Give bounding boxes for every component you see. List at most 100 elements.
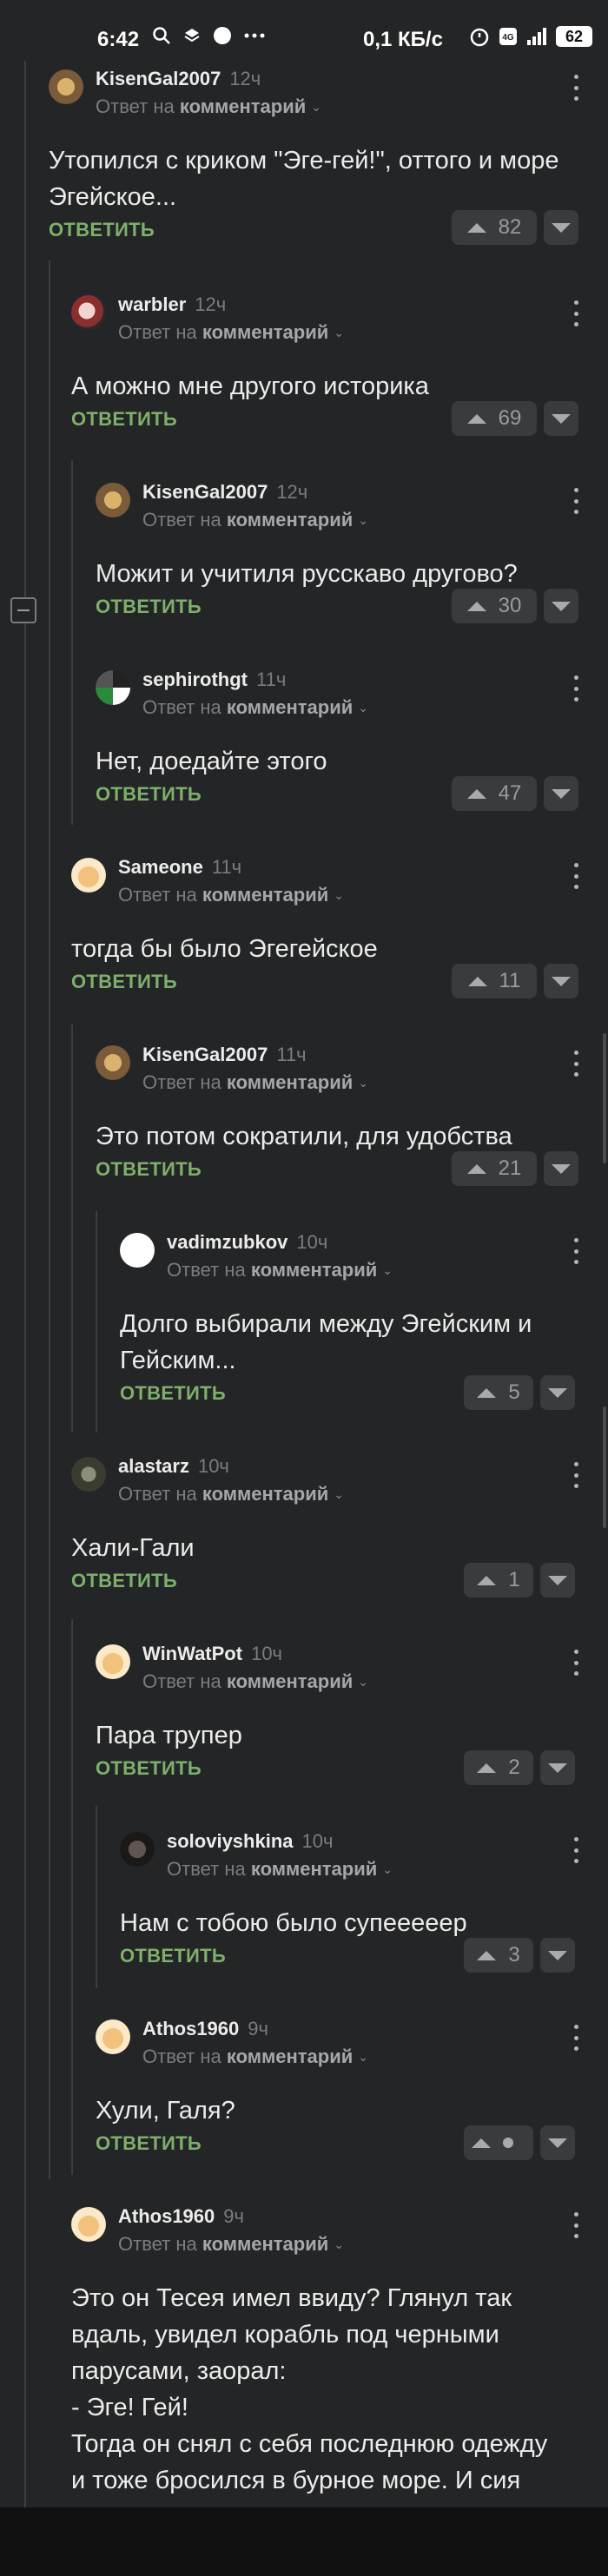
more-options-icon[interactable] bbox=[572, 675, 579, 702]
downvote-button[interactable] bbox=[544, 776, 578, 811]
thread-line-kisen-3[interactable] bbox=[96, 1211, 97, 1433]
username[interactable]: Sameone 11ч bbox=[118, 856, 241, 879]
username[interactable]: vadimzubkov 10ч bbox=[167, 1231, 327, 1254]
reply-button[interactable]: ОТВЕТИТЬ bbox=[96, 2132, 202, 2155]
reply-to-link[interactable]: Ответ на комментарий ⌄ bbox=[118, 321, 344, 344]
more-options-icon[interactable] bbox=[572, 1051, 579, 1077]
username[interactable]: Athos1960 9ч bbox=[142, 2018, 268, 2040]
vote-controls: 69 bbox=[452, 401, 578, 436]
downvote-button[interactable] bbox=[540, 1375, 575, 1410]
avatar[interactable] bbox=[96, 670, 130, 705]
vote-count: 1 bbox=[508, 1568, 520, 1591]
more-options-icon[interactable] bbox=[572, 488, 579, 514]
more-options-icon[interactable] bbox=[572, 2025, 579, 2051]
reply-to-link[interactable]: Ответ на комментарий ⌄ bbox=[118, 884, 344, 906]
upvote-button[interactable]: 30 bbox=[452, 589, 537, 623]
comment-text: А можно мне другого историка bbox=[71, 372, 429, 400]
downvote-button[interactable] bbox=[540, 1938, 575, 1973]
reply-button[interactable]: ОТВЕТИТЬ bbox=[96, 1158, 202, 1181]
upvote-button[interactable]: 3 bbox=[464, 1938, 533, 1973]
avatar[interactable] bbox=[71, 295, 106, 330]
avatar[interactable] bbox=[96, 1045, 130, 1080]
more-options-icon[interactable] bbox=[572, 2212, 579, 2238]
downvote-button[interactable] bbox=[544, 210, 578, 245]
reply-button[interactable]: ОТВЕТИТЬ bbox=[96, 1757, 202, 1780]
downvote-button[interactable] bbox=[544, 964, 578, 998]
username[interactable]: Athos1960 9ч bbox=[118, 2207, 244, 2228]
username[interactable]: sephirothgt 11ч bbox=[142, 669, 286, 691]
reply-button[interactable]: ОТВЕТИТЬ bbox=[96, 783, 202, 806]
avatar[interactable] bbox=[71, 858, 106, 893]
reply-to-link[interactable]: Ответ на комментарий ⌄ bbox=[118, 2233, 344, 2256]
upvote-button[interactable]: 2 bbox=[464, 1750, 533, 1785]
reply-to-link[interactable]: Ответ на комментарий ⌄ bbox=[142, 1071, 368, 1094]
thread-line-warbler[interactable] bbox=[71, 460, 73, 825]
upvote-button[interactable]: 1 bbox=[464, 1563, 533, 1598]
scrollbar[interactable] bbox=[603, 1033, 606, 1163]
thread-line-sameone[interactable] bbox=[71, 1024, 73, 1433]
vote-controls: 1 bbox=[464, 1563, 575, 1598]
comment-time: 12ч bbox=[195, 293, 227, 315]
username[interactable]: soloviyshkina 10ч bbox=[167, 1830, 333, 1853]
more-options-icon[interactable] bbox=[572, 75, 579, 101]
downvote-button[interactable] bbox=[540, 2125, 575, 2160]
username[interactable]: WinWatPot 10ч bbox=[142, 1643, 282, 1665]
upvote-button[interactable] bbox=[464, 2125, 533, 2160]
reply-button[interactable]: ОТВЕТИТЬ bbox=[71, 408, 177, 431]
thread-line-level-1[interactable] bbox=[49, 260, 50, 2179]
avatar[interactable] bbox=[71, 2207, 106, 2242]
more-options-icon[interactable] bbox=[572, 863, 579, 889]
collapse-thread-button[interactable] bbox=[10, 597, 36, 623]
reply-to-link[interactable]: Ответ на комментарий ⌄ bbox=[118, 1483, 344, 1505]
reply-to-link[interactable]: Ответ на комментарий ⌄ bbox=[142, 1670, 368, 1693]
vote-controls: 3 bbox=[464, 1938, 575, 1973]
reply-to-link[interactable]: Ответ на комментарий ⌄ bbox=[167, 1259, 393, 1281]
reply-to-link[interactable]: Ответ на комментарий ⌄ bbox=[142, 2046, 368, 2068]
upvote-button[interactable]: 47 bbox=[452, 776, 537, 811]
reply-to-link[interactable]: Ответ на комментарий ⌄ bbox=[142, 696, 368, 719]
upvote-button[interactable]: 69 bbox=[452, 401, 537, 436]
upvote-button[interactable]: 82 bbox=[452, 210, 537, 245]
reply-button[interactable]: ОТВЕТИТЬ bbox=[71, 1570, 177, 1592]
downvote-button[interactable] bbox=[540, 1750, 575, 1785]
avatar[interactable] bbox=[96, 483, 130, 517]
thread-line-winwatpot[interactable] bbox=[96, 1806, 97, 1988]
reply-button[interactable]: ОТВЕТИТЬ bbox=[120, 1945, 226, 1967]
username[interactable]: KisenGal2007 12ч bbox=[142, 481, 307, 504]
upvote-button[interactable]: 11 bbox=[452, 964, 537, 998]
more-options-icon[interactable] bbox=[572, 1238, 579, 1264]
reply-to-link[interactable]: Ответ на комментарий ⌄ bbox=[142, 509, 368, 531]
upvote-button[interactable]: 5 bbox=[464, 1375, 533, 1410]
comment: Athos1960 9ч Ответ на комментарий ⌄ Это он… bbox=[71, 2207, 587, 2507]
thread-line-root[interactable] bbox=[24, 61, 26, 2507]
downvote-button[interactable] bbox=[544, 589, 578, 623]
avatar[interactable] bbox=[71, 1457, 106, 1492]
avatar[interactable] bbox=[49, 69, 83, 104]
reply-button[interactable]: ОТВЕТИТЬ bbox=[49, 219, 155, 241]
vote-count: 82 bbox=[498, 215, 522, 239]
username[interactable]: warbler 12ч bbox=[118, 293, 226, 316]
downvote-button[interactable] bbox=[544, 1151, 578, 1186]
avatar[interactable] bbox=[96, 2019, 130, 2054]
upvote-button[interactable]: 21 bbox=[452, 1151, 537, 1186]
downvote-button[interactable] bbox=[540, 1563, 575, 1598]
thread-line-alastarz[interactable] bbox=[71, 1619, 73, 2175]
downvote-button[interactable] bbox=[544, 401, 578, 436]
reply-button[interactable]: ОТВЕТИТЬ bbox=[120, 1382, 226, 1405]
more-options-icon[interactable] bbox=[572, 1462, 579, 1488]
username[interactable]: KisenGal2007 12ч bbox=[96, 68, 261, 90]
avatar[interactable] bbox=[96, 1644, 130, 1679]
avatar[interactable] bbox=[120, 1233, 155, 1268]
reply-button[interactable]: ОТВЕТИТЬ bbox=[71, 971, 177, 993]
reply-to-link[interactable]: Ответ на комментарий ⌄ bbox=[167, 1858, 393, 1881]
avatar[interactable] bbox=[120, 1832, 155, 1867]
reply-to-link[interactable]: Ответ на комментарий ⌄ bbox=[96, 96, 321, 118]
arrow-down-icon bbox=[552, 976, 571, 986]
more-options-icon[interactable] bbox=[572, 1650, 579, 1676]
username[interactable]: KisenGal2007 11ч bbox=[142, 1044, 307, 1066]
scrollbar-secondary[interactable] bbox=[603, 1407, 606, 1528]
more-options-icon[interactable] bbox=[572, 300, 579, 326]
reply-button[interactable]: ОТВЕТИТЬ bbox=[96, 596, 202, 618]
more-options-icon[interactable] bbox=[572, 1837, 579, 1863]
username[interactable]: alastarz 10ч bbox=[118, 1455, 229, 1478]
